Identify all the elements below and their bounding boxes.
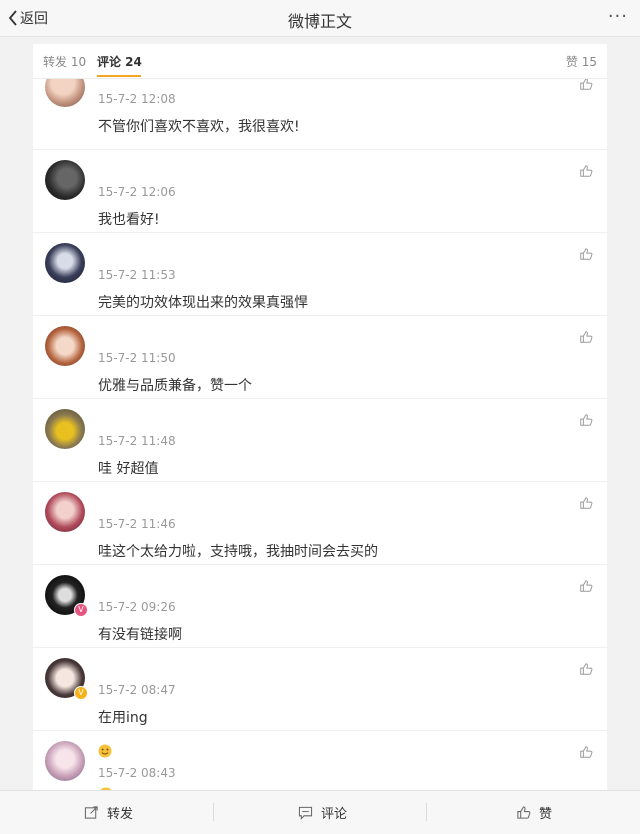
like-icon[interactable] [579,413,593,427]
repost-icon [84,806,98,819]
tab-comments[interactable]: 评论 24 [97,53,142,70]
divider [213,803,214,821]
thumbs-up-icon [517,806,531,819]
comment-item: 15-7-2 12:08 不管你们喜欢不喜欢，我很喜欢! [33,67,607,150]
avatar[interactable] [45,243,85,283]
more-options-button[interactable]: ··· [608,6,628,27]
comment-item: 15-7-2 11:53 完美的功效体现出来的效果真强悍 [33,233,607,316]
like-label: 赞 [539,807,553,822]
comment-text: 完美的功效体现出来的效果真强悍 [98,295,308,311]
comment-time: 15-7-2 11:46 [98,517,176,531]
comment-item: 15-7-2 08:43 [33,731,607,790]
comment-icon [298,806,313,820]
avatar[interactable] [45,492,85,532]
like-button[interactable]: 赞 [516,791,552,834]
avatar[interactable] [45,326,85,366]
comment-button[interactable]: 评论 [298,791,347,834]
comment-item: 15-7-2 11:50 优雅与品质兼备，赞一个 [33,316,607,399]
repost-label: 转发 [107,807,134,822]
comment-text: 在用ing [98,710,148,726]
emoji-icon [98,744,112,758]
comment-time: 15-7-2 12:08 [98,92,176,106]
comment-list: 15-7-2 12:08 不管你们喜欢不喜欢，我很喜欢! 15-7-2 12:0… [33,67,607,790]
comment-time: 15-7-2 11:53 [98,268,176,282]
divider [426,803,427,821]
bottom-action-bar: 转发 评论 赞 [0,790,640,834]
like-icon[interactable] [579,247,593,261]
repost-button[interactable]: 转发 [84,791,133,834]
comment-text: 有没有链接啊 [98,627,182,643]
comment-text: 哇 好超值 [98,461,159,477]
like-icon[interactable] [579,662,593,676]
avatar[interactable] [45,741,85,781]
tab-repost[interactable]: 转发 10 [43,53,86,70]
avatar[interactable] [45,409,85,449]
avatar[interactable] [45,160,85,200]
like-icon[interactable] [579,579,593,593]
comment-item: 15-7-2 11:48 哇 好超值 [33,399,607,482]
top-nav-bar: 返回 微博正文 ··· [0,0,640,37]
comment-time: 15-7-2 08:47 [98,683,176,697]
comment-text: 我也看好! [98,212,160,228]
like-icon[interactable] [579,77,593,91]
comment-item: 15-7-2 12:06 我也看好! [33,150,607,233]
tab-likes[interactable]: 赞 15 [566,53,597,70]
comment-time: 15-7-2 11:48 [98,434,176,448]
comment-item: V 15-7-2 08:47 在用ing [33,648,607,731]
verified-badge: V [74,686,88,700]
tab-bar: 转发 10 评论 24 赞 15 [33,44,607,79]
comment-time: 15-7-2 11:50 [98,351,176,365]
page-title: 微博正文 [287,12,352,31]
like-icon[interactable] [579,330,593,344]
comment-time: 15-7-2 08:43 [98,766,176,780]
comment-text: 优雅与品质兼备，赞一个 [98,378,252,394]
comment-time: 15-7-2 09:26 [98,600,176,614]
like-icon[interactable] [579,745,593,759]
comment-item: V 15-7-2 09:26 有没有链接啊 [33,565,607,648]
comment-time: 15-7-2 12:06 [98,185,176,199]
like-icon[interactable] [579,496,593,510]
comment-text: 哇这个太给力啦，支持哦，我抽时间会去买的 [98,544,378,560]
comments-card: 转发 10 评论 24 赞 15 15-7-2 12:08 不管你们喜欢不喜欢，… [33,44,607,790]
comment-label: 评论 [321,807,348,822]
comment-item: 15-7-2 11:46 哇这个太给力啦，支持哦，我抽时间会去买的 [33,482,607,565]
verified-badge: V [74,603,88,617]
comment-text: 不管你们喜欢不喜欢，我很喜欢! [98,119,300,135]
active-tab-indicator [97,75,141,77]
like-icon[interactable] [579,164,593,178]
